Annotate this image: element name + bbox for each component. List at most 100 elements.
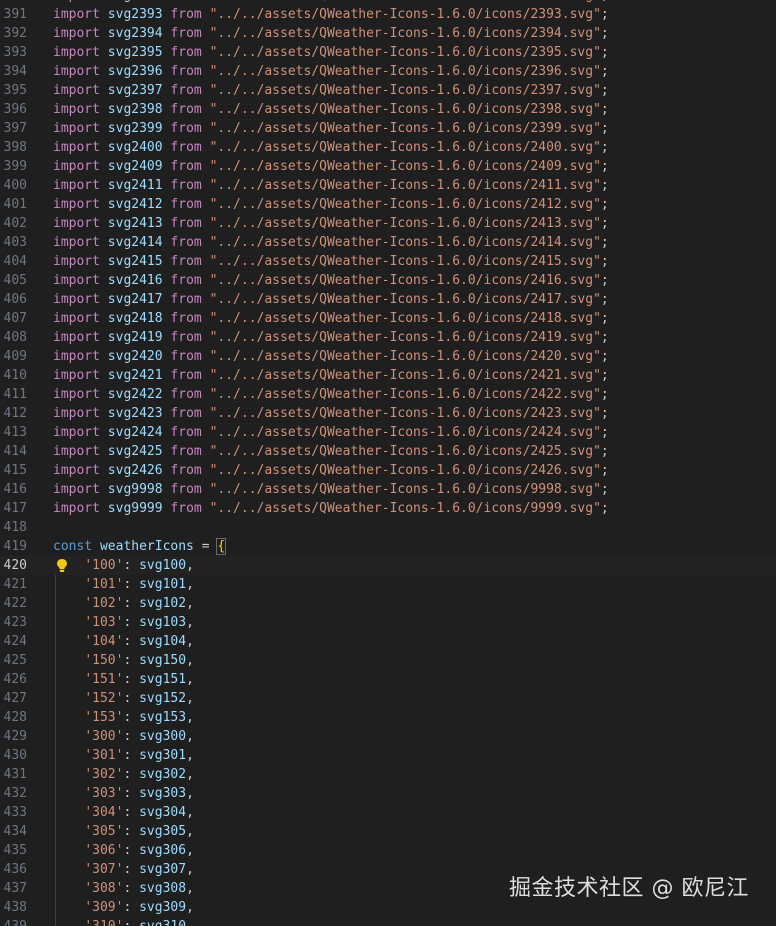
import-identifier: svg9998 [107, 482, 163, 497]
code-line[interactable]: 417 import svg9999 from "../../assets/QWe… [0, 499, 776, 518]
code-line[interactable]: 397 import svg2399 from "../../assets/QWe… [0, 119, 776, 138]
line-content: import svg2426 from "../../assets/QWeath… [53, 461, 609, 480]
code-line[interactable]: 424 '104': svg104, [0, 632, 776, 651]
code-line[interactable]: 421 '101': svg101, [0, 575, 776, 594]
line-number: 402 [3, 216, 27, 231]
code-line[interactable]: 408 import svg2419 from "../../assets/QWe… [0, 328, 776, 347]
import-path-string: "../../assets/QWeather-Icons-1.6.0/icons… [209, 83, 601, 98]
entry-key-string: '301' [84, 748, 124, 763]
line-number: 396 [3, 102, 27, 117]
code-line[interactable]: 428 '153': svg153, [0, 708, 776, 727]
entry-key-string: '304' [84, 805, 124, 820]
line-number: 395 [3, 83, 27, 98]
import-keyword: import [53, 330, 100, 345]
code-line[interactable]: 432 '303': svg303, [0, 784, 776, 803]
code-line[interactable]: 422 '102': svg102, [0, 594, 776, 613]
import-identifier: svg2395 [107, 45, 163, 60]
code-line[interactable]: 393 import svg2395 from "../../assets/QWe… [0, 43, 776, 62]
line-number: 422 [3, 596, 27, 611]
entry-value-identifier: svg150 [139, 653, 187, 668]
entry-value-identifier: svg301 [139, 748, 187, 763]
code-line[interactable]: 391 import svg2393 from "../../assets/QWe… [0, 5, 776, 24]
code-line[interactable]: 431 '302': svg302, [0, 765, 776, 784]
code-line[interactable]: 401 import svg2412 from "../../assets/QWe… [0, 195, 776, 214]
entry-value-identifier: svg101 [139, 577, 187, 592]
code-line[interactable]: 439 '310': svg310, [0, 917, 776, 926]
entry-key-string: '150' [84, 653, 124, 668]
from-keyword: from [170, 425, 202, 440]
line-content: '152': svg152, [53, 689, 194, 708]
code-line[interactable]: 412 import svg2423 from "../../assets/QWe… [0, 404, 776, 423]
code-lines[interactable]: 390import svg2392 from "../../assets/QWe… [0, 0, 776, 926]
from-keyword: from [170, 330, 202, 345]
code-line[interactable]: 403 import svg2414 from "../../assets/QWe… [0, 233, 776, 252]
from-keyword: from [170, 216, 202, 231]
code-line[interactable]: 404 import svg2415 from "../../assets/QWe… [0, 252, 776, 271]
line-number: 413 [3, 425, 27, 440]
from-keyword: from [170, 387, 202, 402]
line-number: 423 [3, 615, 27, 630]
line-number: 421 [3, 577, 27, 592]
code-line[interactable]: 413 import svg2424 from "../../assets/QWe… [0, 423, 776, 442]
import-path-string: "../../assets/QWeather-Icons-1.6.0/icons… [209, 425, 601, 440]
import-keyword: import [53, 368, 100, 383]
code-line[interactable]: 426 '151': svg151, [0, 670, 776, 689]
code-line[interactable]: 399 import svg2409 from "../../assets/QWe… [0, 157, 776, 176]
code-editor[interactable]: 390import svg2392 from "../../assets/QWe… [0, 0, 776, 926]
code-line[interactable]: 434 '305': svg305, [0, 822, 776, 841]
line-content: import svg2395 from "../../assets/QWeath… [53, 43, 609, 62]
code-line[interactable]: 411 import svg2422 from "../../assets/QWe… [0, 385, 776, 404]
lightbulb-icon[interactable] [55, 558, 69, 573]
comma: , [186, 900, 194, 915]
code-line[interactable]: 433 '304': svg304, [0, 803, 776, 822]
code-line[interactable]: 435 '306': svg306, [0, 841, 776, 860]
code-line[interactable]: 425 '150': svg150, [0, 651, 776, 670]
import-identifier: svg2418 [107, 311, 163, 326]
code-line[interactable]: 419 const weatherIcons = { [0, 537, 776, 556]
line-number: 420 [3, 558, 27, 573]
line-content: import svg2398 from "../../assets/QWeath… [53, 100, 609, 119]
code-line[interactable]: 395 import svg2397 from "../../assets/QWe… [0, 81, 776, 100]
comma: , [186, 653, 194, 668]
indent-guide [55, 613, 56, 632]
indent-guide [55, 803, 56, 822]
code-line[interactable]: 407 import svg2418 from "../../assets/QWe… [0, 309, 776, 328]
semicolon: ; [600, 387, 609, 402]
line-content: '308': svg308, [53, 879, 194, 898]
code-line[interactable]: 405 import svg2416 from "../../assets/QWe… [0, 271, 776, 290]
code-line[interactable]: 427 '152': svg152, [0, 689, 776, 708]
code-line[interactable]: 429 '300': svg300, [0, 727, 776, 746]
code-line[interactable]: 402 import svg2413 from "../../assets/QWe… [0, 214, 776, 233]
code-line[interactable]: 418 [0, 518, 776, 537]
indent-guide [55, 727, 56, 746]
entry-key-string: '102' [84, 596, 124, 611]
line-number: 408 [3, 330, 27, 345]
entry-value-identifier: svg302 [139, 767, 187, 782]
line-content: import svg2414 from "../../assets/QWeath… [53, 233, 609, 252]
code-line[interactable]: 420 '100': svg100, [0, 556, 776, 575]
entry-key-string: '100' [84, 558, 124, 573]
semicolon: ; [600, 178, 609, 193]
import-path-string: "../../assets/QWeather-Icons-1.6.0/icons… [209, 463, 601, 478]
comma: , [186, 862, 194, 877]
import-identifier: svg2411 [107, 178, 163, 193]
indent-guide [55, 746, 56, 765]
line-content: '101': svg101, [53, 575, 194, 594]
code-line[interactable]: 398 import svg2400 from "../../assets/QWe… [0, 138, 776, 157]
code-line[interactable]: 423 '103': svg103, [0, 613, 776, 632]
code-line[interactable]: 430 '301': svg301, [0, 746, 776, 765]
line-content: '103': svg103, [53, 613, 194, 632]
from-keyword: from [170, 83, 202, 98]
code-line[interactable]: 394 import svg2396 from "../../assets/QWe… [0, 62, 776, 81]
code-line[interactable]: 406 import svg2417 from "../../assets/QWe… [0, 290, 776, 309]
code-line[interactable]: 416 import svg9998 from "../../assets/QWe… [0, 480, 776, 499]
code-line[interactable]: 415 import svg2426 from "../../assets/QWe… [0, 461, 776, 480]
code-line[interactable]: 410 import svg2421 from "../../assets/QWe… [0, 366, 776, 385]
code-line[interactable]: 414 import svg2425 from "../../assets/QWe… [0, 442, 776, 461]
code-line[interactable]: 392 import svg2394 from "../../assets/QWe… [0, 24, 776, 43]
import-path-string: "../../assets/QWeather-Icons-1.6.0/icons… [209, 26, 601, 41]
import-path-string: "../../assets/QWeather-Icons-1.6.0/icons… [209, 311, 601, 326]
code-line[interactable]: 400 import svg2411 from "../../assets/QWe… [0, 176, 776, 195]
code-line[interactable]: 409 import svg2420 from "../../assets/QWe… [0, 347, 776, 366]
code-line[interactable]: 396 import svg2398 from "../../assets/QWe… [0, 100, 776, 119]
